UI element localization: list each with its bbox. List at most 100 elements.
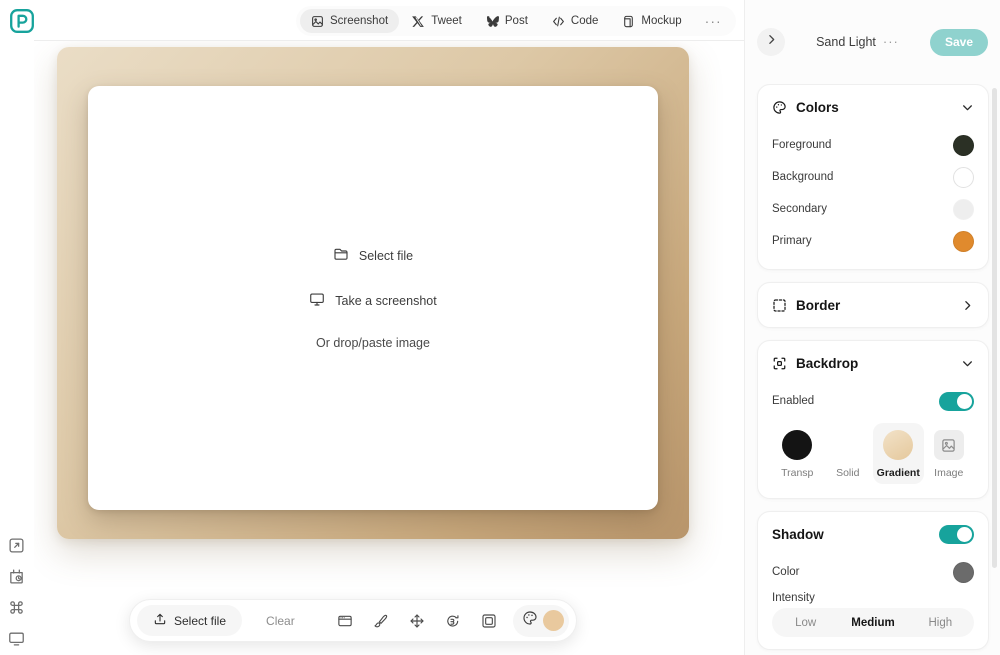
calendar-clock-icon[interactable]	[8, 568, 25, 585]
backdrop-type-gradient[interactable]: Gradient	[873, 423, 924, 484]
backdrop-type-image[interactable]: Image	[924, 423, 975, 484]
tab-screenshot[interactable]: Screenshot	[300, 9, 400, 33]
tab-screenshot-label: Screenshot	[330, 15, 389, 27]
toolbar-color-picker[interactable]	[512, 604, 569, 637]
move-arrows-icon[interactable]	[401, 605, 433, 637]
shadow-color-swatch[interactable]	[953, 561, 974, 583]
border-section[interactable]: Border	[757, 282, 989, 328]
tab-post-label: Post	[504, 15, 528, 27]
left-rail-icons	[8, 537, 25, 647]
color-swatch-background[interactable]	[953, 166, 974, 188]
canvas-take-screenshot-button[interactable]: Take a screenshot	[309, 291, 437, 310]
tabs-overflow-button[interactable]: ···	[695, 9, 732, 33]
save-button[interactable]: Save	[929, 28, 988, 56]
mode-tabs: Screenshot Tweet Post Code Mockup ···	[296, 6, 736, 36]
phone-device-icon	[622, 15, 635, 28]
color-row-secondary[interactable]: Secondary	[772, 193, 974, 225]
window-frame-icon[interactable]	[329, 605, 361, 637]
shadow-enabled-toggle[interactable]	[939, 524, 974, 544]
layers-duplicate-icon[interactable]	[473, 605, 505, 637]
backdrop-type-options: Transp Solid Gradient Image	[772, 417, 974, 486]
chevron-down-icon[interactable]	[961, 357, 974, 370]
shadow-section-header: Shadow	[772, 512, 974, 556]
backdrop-focus-icon	[772, 356, 787, 371]
backdrop-body: Enabled Transp Solid Gradient Image	[772, 385, 974, 498]
toolbar-select-file-label: Select file	[174, 613, 227, 628]
panel-scrollbar[interactable]	[992, 88, 997, 568]
tab-mockup[interactable]: Mockup	[611, 9, 692, 33]
screenshot-dropzone[interactable]: Select file Take a screenshot Or drop/pa…	[88, 86, 658, 510]
backdrop-type-transparent[interactable]: Transp	[772, 423, 823, 484]
color-swatch-primary[interactable]	[953, 230, 974, 252]
canvas-take-screenshot-label: Take a screenshot	[335, 293, 437, 308]
tab-tweet-label: Tweet	[431, 15, 462, 27]
backdrop-type-solid[interactable]: Solid	[823, 423, 874, 484]
canvas-area[interactable]: Select file Take a screenshot Or drop/pa…	[34, 41, 744, 655]
image-icon	[311, 15, 324, 28]
canvas-select-file-button[interactable]: Select file	[333, 246, 413, 265]
preset-selector[interactable]: Sand Light ···	[793, 35, 922, 49]
border-section-header[interactable]: Border	[772, 283, 974, 327]
shadow-intensity-label: Intensity	[772, 592, 815, 604]
upload-icon	[153, 612, 167, 629]
color-label-primary: Primary	[772, 235, 812, 247]
colors-section-title: Colors	[796, 99, 839, 115]
bluesky-butterfly-icon	[486, 15, 499, 28]
toolbar-select-file-button[interactable]: Select file	[137, 605, 243, 636]
tab-code-label: Code	[570, 15, 599, 27]
border-section-title: Border	[796, 297, 841, 313]
colors-section-header[interactable]: Colors	[772, 85, 974, 129]
backdrop-label-solid: Solid	[836, 467, 860, 479]
panel-sections: Colors Foreground Background Secondary P…	[745, 84, 1000, 655]
backdrop-section-header[interactable]: Backdrop	[772, 341, 974, 385]
shadow-color-row[interactable]: Color	[772, 556, 974, 588]
shadow-section-title: Shadow	[772, 526, 824, 542]
rotate-3d-icon[interactable]	[437, 605, 469, 637]
backdrop-section-title: Backdrop	[796, 355, 859, 371]
panel-collapse-button[interactable]	[757, 28, 785, 56]
app-logo-icon[interactable]	[10, 9, 34, 33]
image-icon	[933, 430, 964, 460]
right-panel: Sand Light ··· Save Colors Foreground Ba…	[744, 0, 1000, 655]
monitor-icon[interactable]	[8, 630, 25, 647]
dashed-square-icon	[772, 298, 787, 313]
shadow-intensity-low[interactable]: Low	[772, 608, 839, 637]
command-key-icon[interactable]	[8, 599, 25, 616]
toolbar-color-swatch[interactable]	[542, 610, 564, 631]
preset-menu-button[interactable]: ···	[883, 35, 899, 48]
chevron-down-icon[interactable]	[961, 101, 974, 114]
app-root: Screenshot Tweet Post Code Mockup ··· Se…	[0, 0, 1000, 655]
color-row-foreground[interactable]: Foreground	[772, 129, 974, 161]
color-row-primary[interactable]: Primary	[772, 225, 974, 257]
backdrop-enabled-row: Enabled	[772, 385, 974, 417]
color-row-background[interactable]: Background	[772, 161, 974, 193]
folder-icon	[333, 246, 349, 265]
bottom-toolbar: Select file Clear	[129, 599, 577, 642]
tab-code[interactable]: Code	[541, 9, 610, 33]
shadow-intensity-medium[interactable]: Medium	[839, 608, 906, 637]
backdrop-enabled-label: Enabled	[772, 395, 815, 407]
backdrop-label-image: Image	[934, 467, 964, 479]
colors-list: Foreground Background Secondary Primary	[772, 129, 974, 269]
toolbar-clear-button[interactable]: Clear	[244, 614, 313, 628]
shadow-color-label: Color	[772, 566, 800, 578]
backdrop-section: Backdrop Enabled Transp Solid Gradient I…	[757, 340, 989, 499]
backdrop-preview[interactable]: Select file Take a screenshot Or drop/pa…	[57, 47, 689, 539]
brush-icon[interactable]	[365, 605, 397, 637]
palette-icon	[772, 100, 787, 115]
tab-tweet[interactable]: Tweet	[401, 9, 473, 33]
chevron-right-icon[interactable]	[961, 299, 974, 312]
backdrop-enabled-toggle[interactable]	[939, 391, 974, 411]
tab-post[interactable]: Post	[475, 9, 539, 33]
tab-mockup-label: Mockup	[641, 15, 682, 27]
x-twitter-icon	[412, 15, 425, 28]
color-swatch-foreground[interactable]	[953, 134, 974, 156]
shadow-section: Shadow Color Intensity Low Medium High	[757, 511, 989, 650]
palette-icon	[522, 610, 538, 631]
panel-header: Sand Light ··· Save	[745, 0, 1000, 84]
external-link-icon[interactable]	[8, 537, 25, 554]
color-label-secondary: Secondary	[772, 203, 827, 215]
backdrop-label-gradient: Gradient	[876, 467, 920, 479]
shadow-intensity-high[interactable]: High	[907, 608, 974, 637]
color-swatch-secondary[interactable]	[953, 198, 974, 220]
